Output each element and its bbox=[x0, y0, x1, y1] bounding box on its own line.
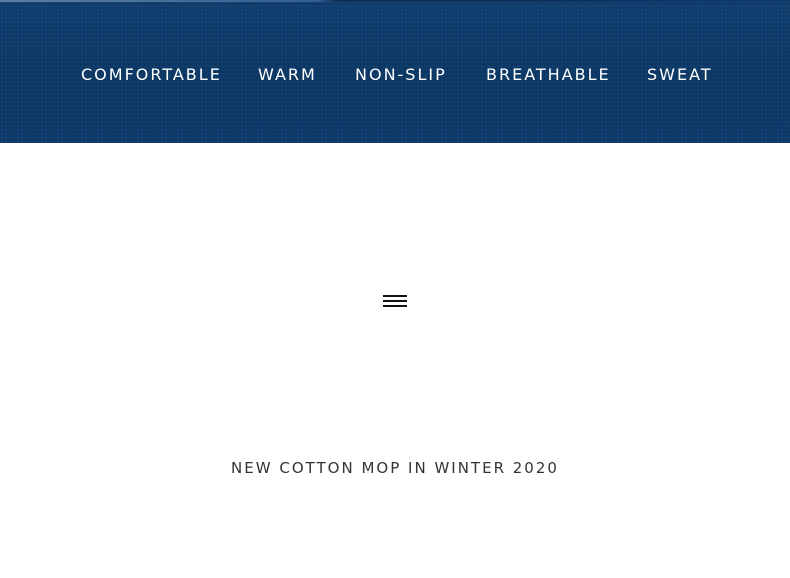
feature-list: COMFORTABLE WARM NON-SLIP BREATHABLE SWE… bbox=[0, 64, 790, 88]
menu-bar bbox=[383, 295, 407, 297]
menu-bar bbox=[383, 300, 407, 302]
product-headline: NEW COTTON MOP IN WINTER 2020 bbox=[231, 459, 559, 477]
banner-top-edge bbox=[0, 0, 790, 2]
feature-warm: WARM bbox=[258, 65, 317, 84]
feature-breathable: BREATHABLE bbox=[486, 65, 611, 84]
hamburger-menu-icon[interactable] bbox=[383, 294, 407, 308]
menu-bar bbox=[383, 305, 407, 307]
feature-non-slip: NON-SLIP bbox=[355, 65, 447, 84]
feature-sweat: SWEAT bbox=[647, 65, 713, 84]
feature-banner: COMFORTABLE WARM NON-SLIP BREATHABLE SWE… bbox=[0, 0, 790, 143]
feature-comfortable: COMFORTABLE bbox=[81, 65, 222, 84]
